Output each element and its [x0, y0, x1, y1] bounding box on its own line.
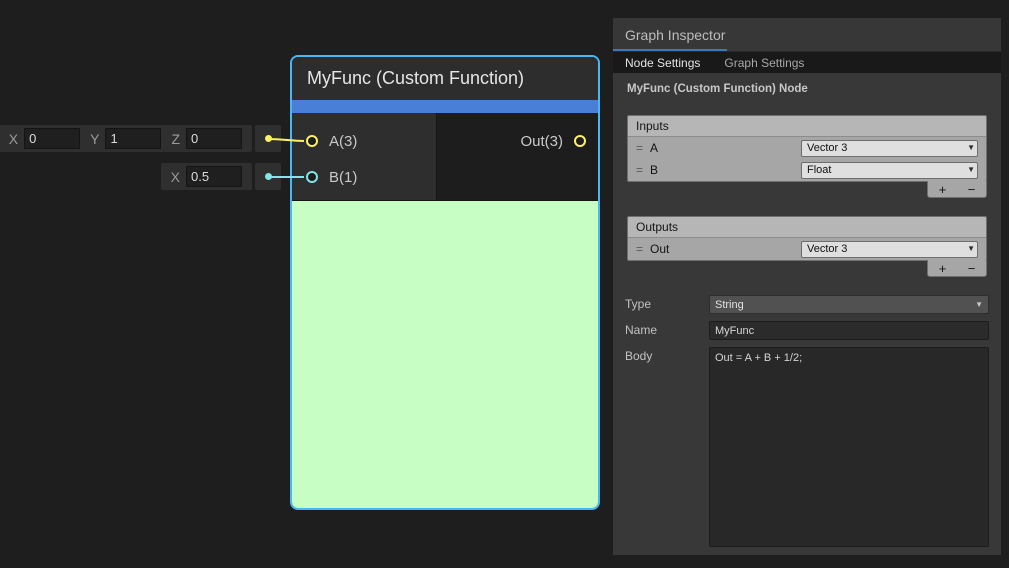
input-port-a: A(3): [292, 123, 436, 159]
drag-handle-icon[interactable]: =: [636, 141, 650, 155]
y-label: Y: [90, 131, 99, 147]
vector3-x-group: X: [9, 128, 80, 149]
z-label: Z: [171, 131, 180, 147]
vector3-widget-bar: X Y Z: [0, 125, 252, 152]
node-port-area: A(3) B(1) Out(3): [292, 113, 598, 201]
output-out-type-dropdown[interactable]: Vector 3 ▼: [801, 241, 978, 258]
port-out-connector-icon[interactable]: [574, 135, 586, 147]
inspector-tab-strip: Node Settings Graph Settings: [613, 52, 1001, 73]
float-input-widget: X: [161, 163, 281, 190]
name-field[interactable]: [709, 321, 989, 340]
port-b-connector-icon[interactable]: [306, 171, 318, 183]
chevron-down-icon: ▼: [967, 166, 975, 174]
port-a-label: A(3): [329, 133, 357, 150]
vector3-y-group: Y: [90, 128, 161, 149]
drag-handle-icon[interactable]: =: [636, 163, 650, 177]
remove-input-button[interactable]: −: [968, 183, 976, 196]
graph-inspector-panel: Graph Inspector Node Settings Graph Sett…: [613, 18, 1001, 555]
type-dropdown[interactable]: String ▼: [709, 295, 989, 314]
node-settings-heading: MyFunc (Custom Function) Node: [627, 83, 989, 95]
body-label: Body: [625, 347, 709, 363]
remove-output-button[interactable]: −: [968, 262, 976, 275]
x-label: X: [171, 169, 180, 185]
dropdown-value: Vector 3: [807, 142, 847, 154]
float-x-group: X: [171, 166, 242, 187]
port-out-label: Out(3): [520, 133, 563, 150]
dropdown-value: String: [715, 299, 744, 311]
chevron-down-icon: ▼: [967, 245, 975, 253]
outputs-list-header: Outputs: [628, 217, 986, 238]
add-input-button[interactable]: +: [939, 183, 947, 196]
vector3-y-field[interactable]: [105, 128, 161, 149]
tab-graph-settings[interactable]: Graph Settings: [724, 56, 804, 70]
section-gap: [625, 198, 989, 216]
x-label: X: [9, 131, 18, 147]
chevron-down-icon: ▼: [975, 301, 983, 309]
input-row-name: A: [650, 141, 801, 155]
type-label: Type: [625, 295, 709, 311]
node-output-ports: Out(3): [437, 113, 598, 200]
port-a-connector-icon[interactable]: [306, 135, 318, 147]
drag-handle-icon[interactable]: =: [636, 242, 650, 256]
output-port-out: Out(3): [437, 123, 598, 159]
list-item[interactable]: = A Vector 3 ▼: [628, 137, 986, 159]
name-row: Name: [625, 321, 989, 340]
body-row: Body Out = A + B + 1/2;: [625, 347, 989, 547]
type-row: Type String ▼: [625, 295, 989, 314]
list-item[interactable]: = Out Vector 3 ▼: [628, 238, 986, 260]
tab-node-settings[interactable]: Node Settings: [625, 56, 700, 70]
function-properties: Type String ▼ Name Body Out = A + B + 1/…: [625, 295, 989, 547]
vector3-z-group: Z: [171, 128, 242, 149]
float-x-field[interactable]: [186, 166, 242, 187]
vector3-input-widget: X Y Z: [0, 125, 281, 152]
add-output-button[interactable]: +: [939, 262, 947, 275]
inputs-list-header: Inputs: [628, 116, 986, 137]
list-item[interactable]: = B Float ▼: [628, 159, 986, 181]
inputs-list: Inputs = A Vector 3 ▼ = B Float ▼: [627, 115, 987, 182]
outputs-list-footer: + −: [927, 260, 987, 277]
input-a-type-dropdown[interactable]: Vector 3 ▼: [801, 140, 978, 157]
input-b-type-dropdown[interactable]: Float ▼: [801, 162, 978, 179]
vector3-x-field[interactable]: [24, 128, 80, 149]
inspector-title-underline: [613, 49, 727, 51]
input-row-name: B: [650, 163, 801, 177]
inspector-titlebar[interactable]: Graph Inspector: [613, 18, 1001, 52]
node-color-bar: [292, 100, 598, 113]
output-row-name: Out: [650, 242, 801, 256]
body-field[interactable]: Out = A + B + 1/2;: [709, 347, 989, 547]
node-input-ports: A(3) B(1): [292, 113, 437, 200]
node-title[interactable]: MyFunc (Custom Function): [292, 57, 598, 100]
outputs-list: Outputs = Out Vector 3 ▼: [627, 216, 987, 261]
chevron-down-icon: ▼: [967, 144, 975, 152]
inspector-title: Graph Inspector: [625, 27, 725, 43]
input-port-b: B(1): [292, 159, 436, 195]
vector3-z-field[interactable]: [186, 128, 242, 149]
dropdown-value: Vector 3: [807, 243, 847, 255]
dropdown-value: Float: [807, 164, 831, 176]
inputs-list-footer: + −: [927, 181, 987, 198]
custom-function-node[interactable]: MyFunc (Custom Function) A(3) B(1) Out(3…: [290, 55, 600, 510]
name-label: Name: [625, 321, 709, 337]
port-b-label: B(1): [329, 169, 357, 186]
float-widget-bar: X: [161, 163, 252, 190]
inspector-content: MyFunc (Custom Function) Node Inputs = A…: [613, 73, 1001, 547]
node-preview: [292, 201, 598, 508]
